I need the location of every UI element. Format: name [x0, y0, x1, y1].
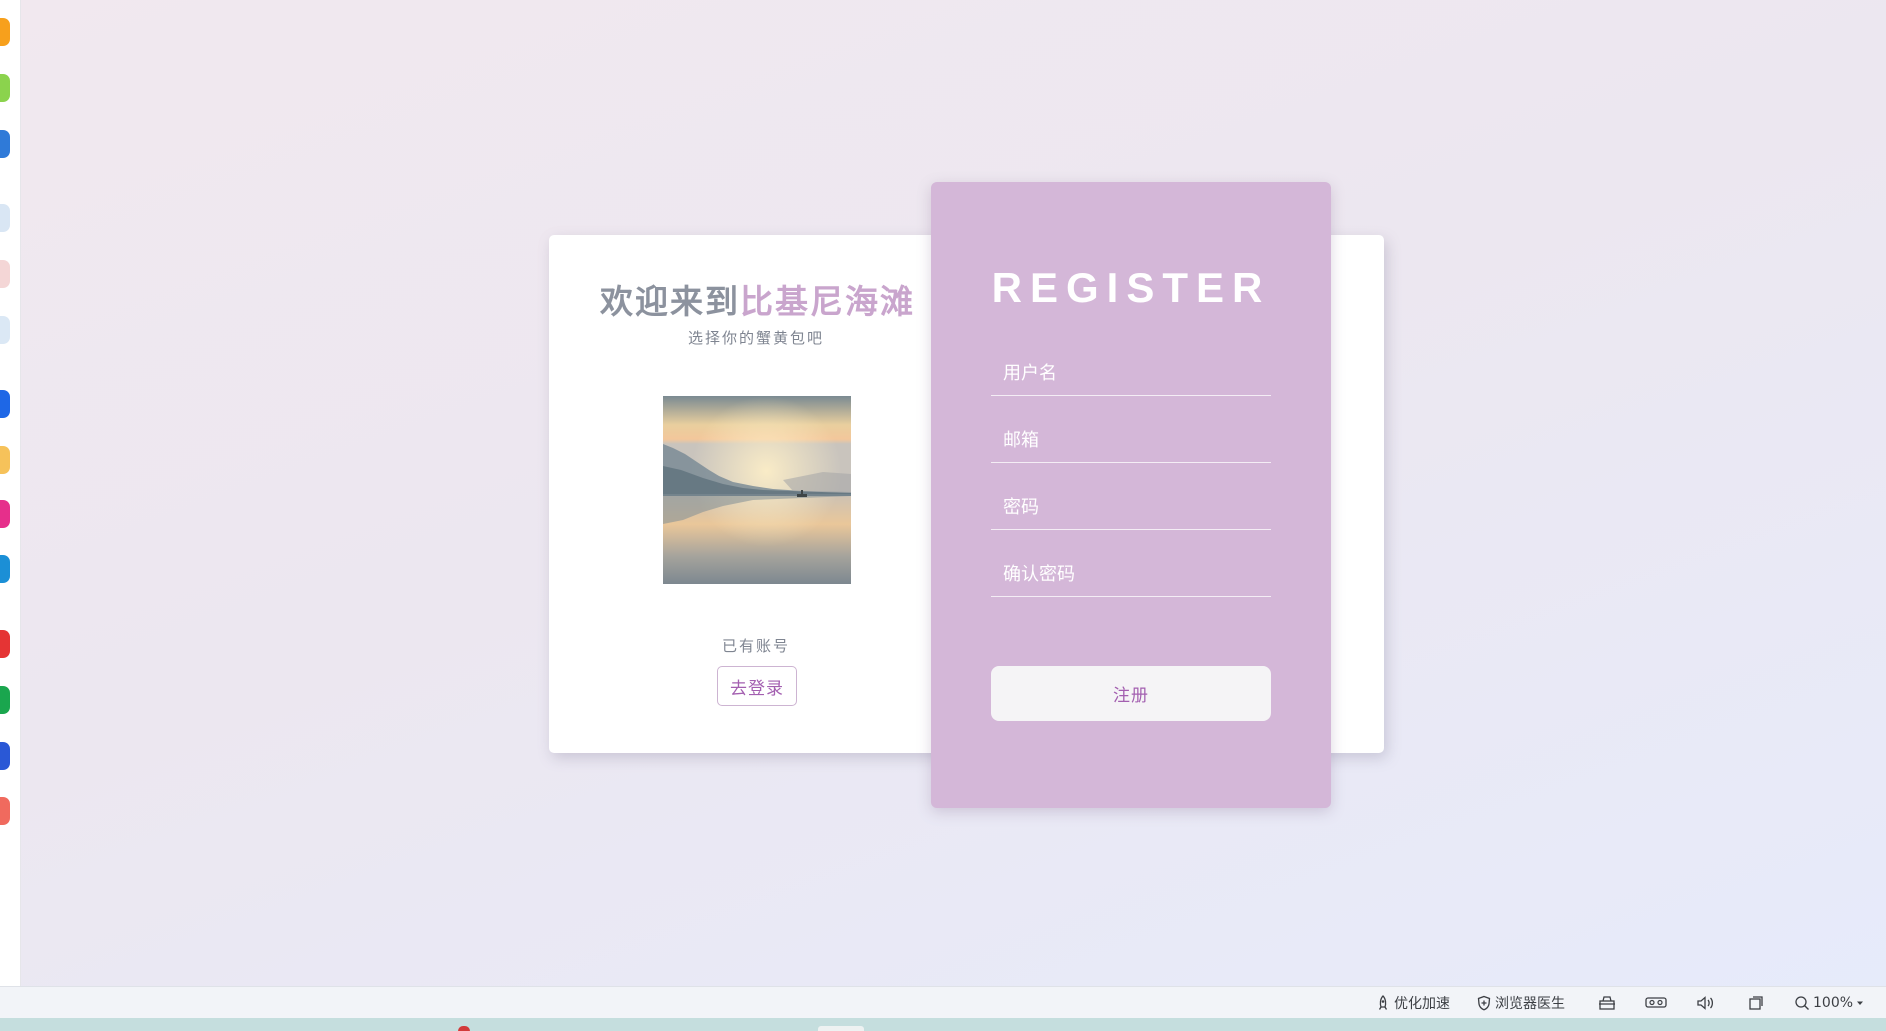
welcome-highlight: 比基尼海滩	[740, 282, 915, 321]
browser-doctor-button[interactable]: 浏览器医生	[1476, 987, 1565, 1019]
page-content: 欢迎来到比基尼海滩 选择你的蟹黄包吧 已有账号 去登录 REGISTER 用户名…	[21, 0, 1886, 986]
lake-landscape-image	[663, 396, 851, 584]
bag-icon	[1598, 995, 1616, 1011]
register-title: REGISTER	[991, 264, 1271, 311]
dock-app-icon[interactable]	[0, 204, 10, 232]
dock-app-icon[interactable]	[0, 500, 10, 528]
dock-app-icon[interactable]	[0, 260, 10, 288]
dock-app-icon[interactable]	[0, 555, 10, 583]
password-field	[991, 485, 1271, 530]
username-field	[991, 351, 1271, 396]
email-input[interactable]	[991, 418, 1271, 462]
browser-status-bar: 优化加速 浏览器医生 100%	[0, 986, 1886, 1019]
welcome-title: 欢迎来到比基尼海滩	[600, 282, 915, 322]
triangle-down-icon	[1856, 999, 1864, 1007]
email-field	[991, 418, 1271, 463]
vr-glasses-icon	[1645, 996, 1667, 1010]
window-icon	[1748, 995, 1764, 1011]
taskbar-indicator	[818, 1026, 864, 1031]
shield-plus-icon	[1476, 995, 1492, 1011]
register-card: REGISTER 注册	[931, 182, 1331, 808]
dock-app-icon[interactable]	[0, 130, 10, 158]
sound-button[interactable]	[1696, 987, 1716, 1019]
dock-app-icon[interactable]	[0, 446, 10, 474]
app-dock	[0, 0, 21, 986]
go-login-button[interactable]: 去登录	[717, 666, 797, 706]
confirm-password-input[interactable]	[991, 552, 1271, 596]
have-account-text: 已有账号	[721, 637, 790, 655]
optimize-button[interactable]: 优化加速	[1375, 987, 1450, 1019]
taskbar-indicator	[458, 1026, 470, 1031]
window-button[interactable]	[1748, 987, 1764, 1019]
rocket-icon	[1375, 995, 1391, 1011]
welcome-subtitle: 选择你的蟹黄包吧	[687, 329, 824, 347]
confirm-password-field	[991, 552, 1271, 597]
welcome-prefix: 欢迎来到	[600, 282, 740, 321]
dock-app-icon[interactable]	[0, 797, 10, 825]
magnifier-icon	[1794, 995, 1810, 1011]
dock-app-icon[interactable]	[0, 686, 10, 714]
reading-mode-button[interactable]	[1645, 987, 1667, 1019]
username-input[interactable]	[991, 351, 1271, 395]
dock-app-icon[interactable]	[0, 18, 10, 46]
dock-app-icon[interactable]	[0, 316, 10, 344]
register-button[interactable]: 注册	[991, 666, 1271, 721]
extension-button[interactable]	[1598, 987, 1616, 1019]
taskbar-strip	[0, 1018, 1886, 1031]
speaker-icon	[1696, 995, 1716, 1011]
dock-app-icon[interactable]	[0, 74, 10, 102]
dock-app-icon[interactable]	[0, 630, 10, 658]
dock-app-icon[interactable]	[0, 742, 10, 770]
zoom-control[interactable]: 100%	[1794, 987, 1864, 1019]
optimize-label: 优化加速	[1394, 996, 1450, 1012]
dock-app-icon[interactable]	[0, 390, 10, 418]
password-input[interactable]	[991, 485, 1271, 529]
browser-doctor-label: 浏览器医生	[1495, 996, 1565, 1012]
zoom-level: 100%	[1813, 995, 1854, 1011]
